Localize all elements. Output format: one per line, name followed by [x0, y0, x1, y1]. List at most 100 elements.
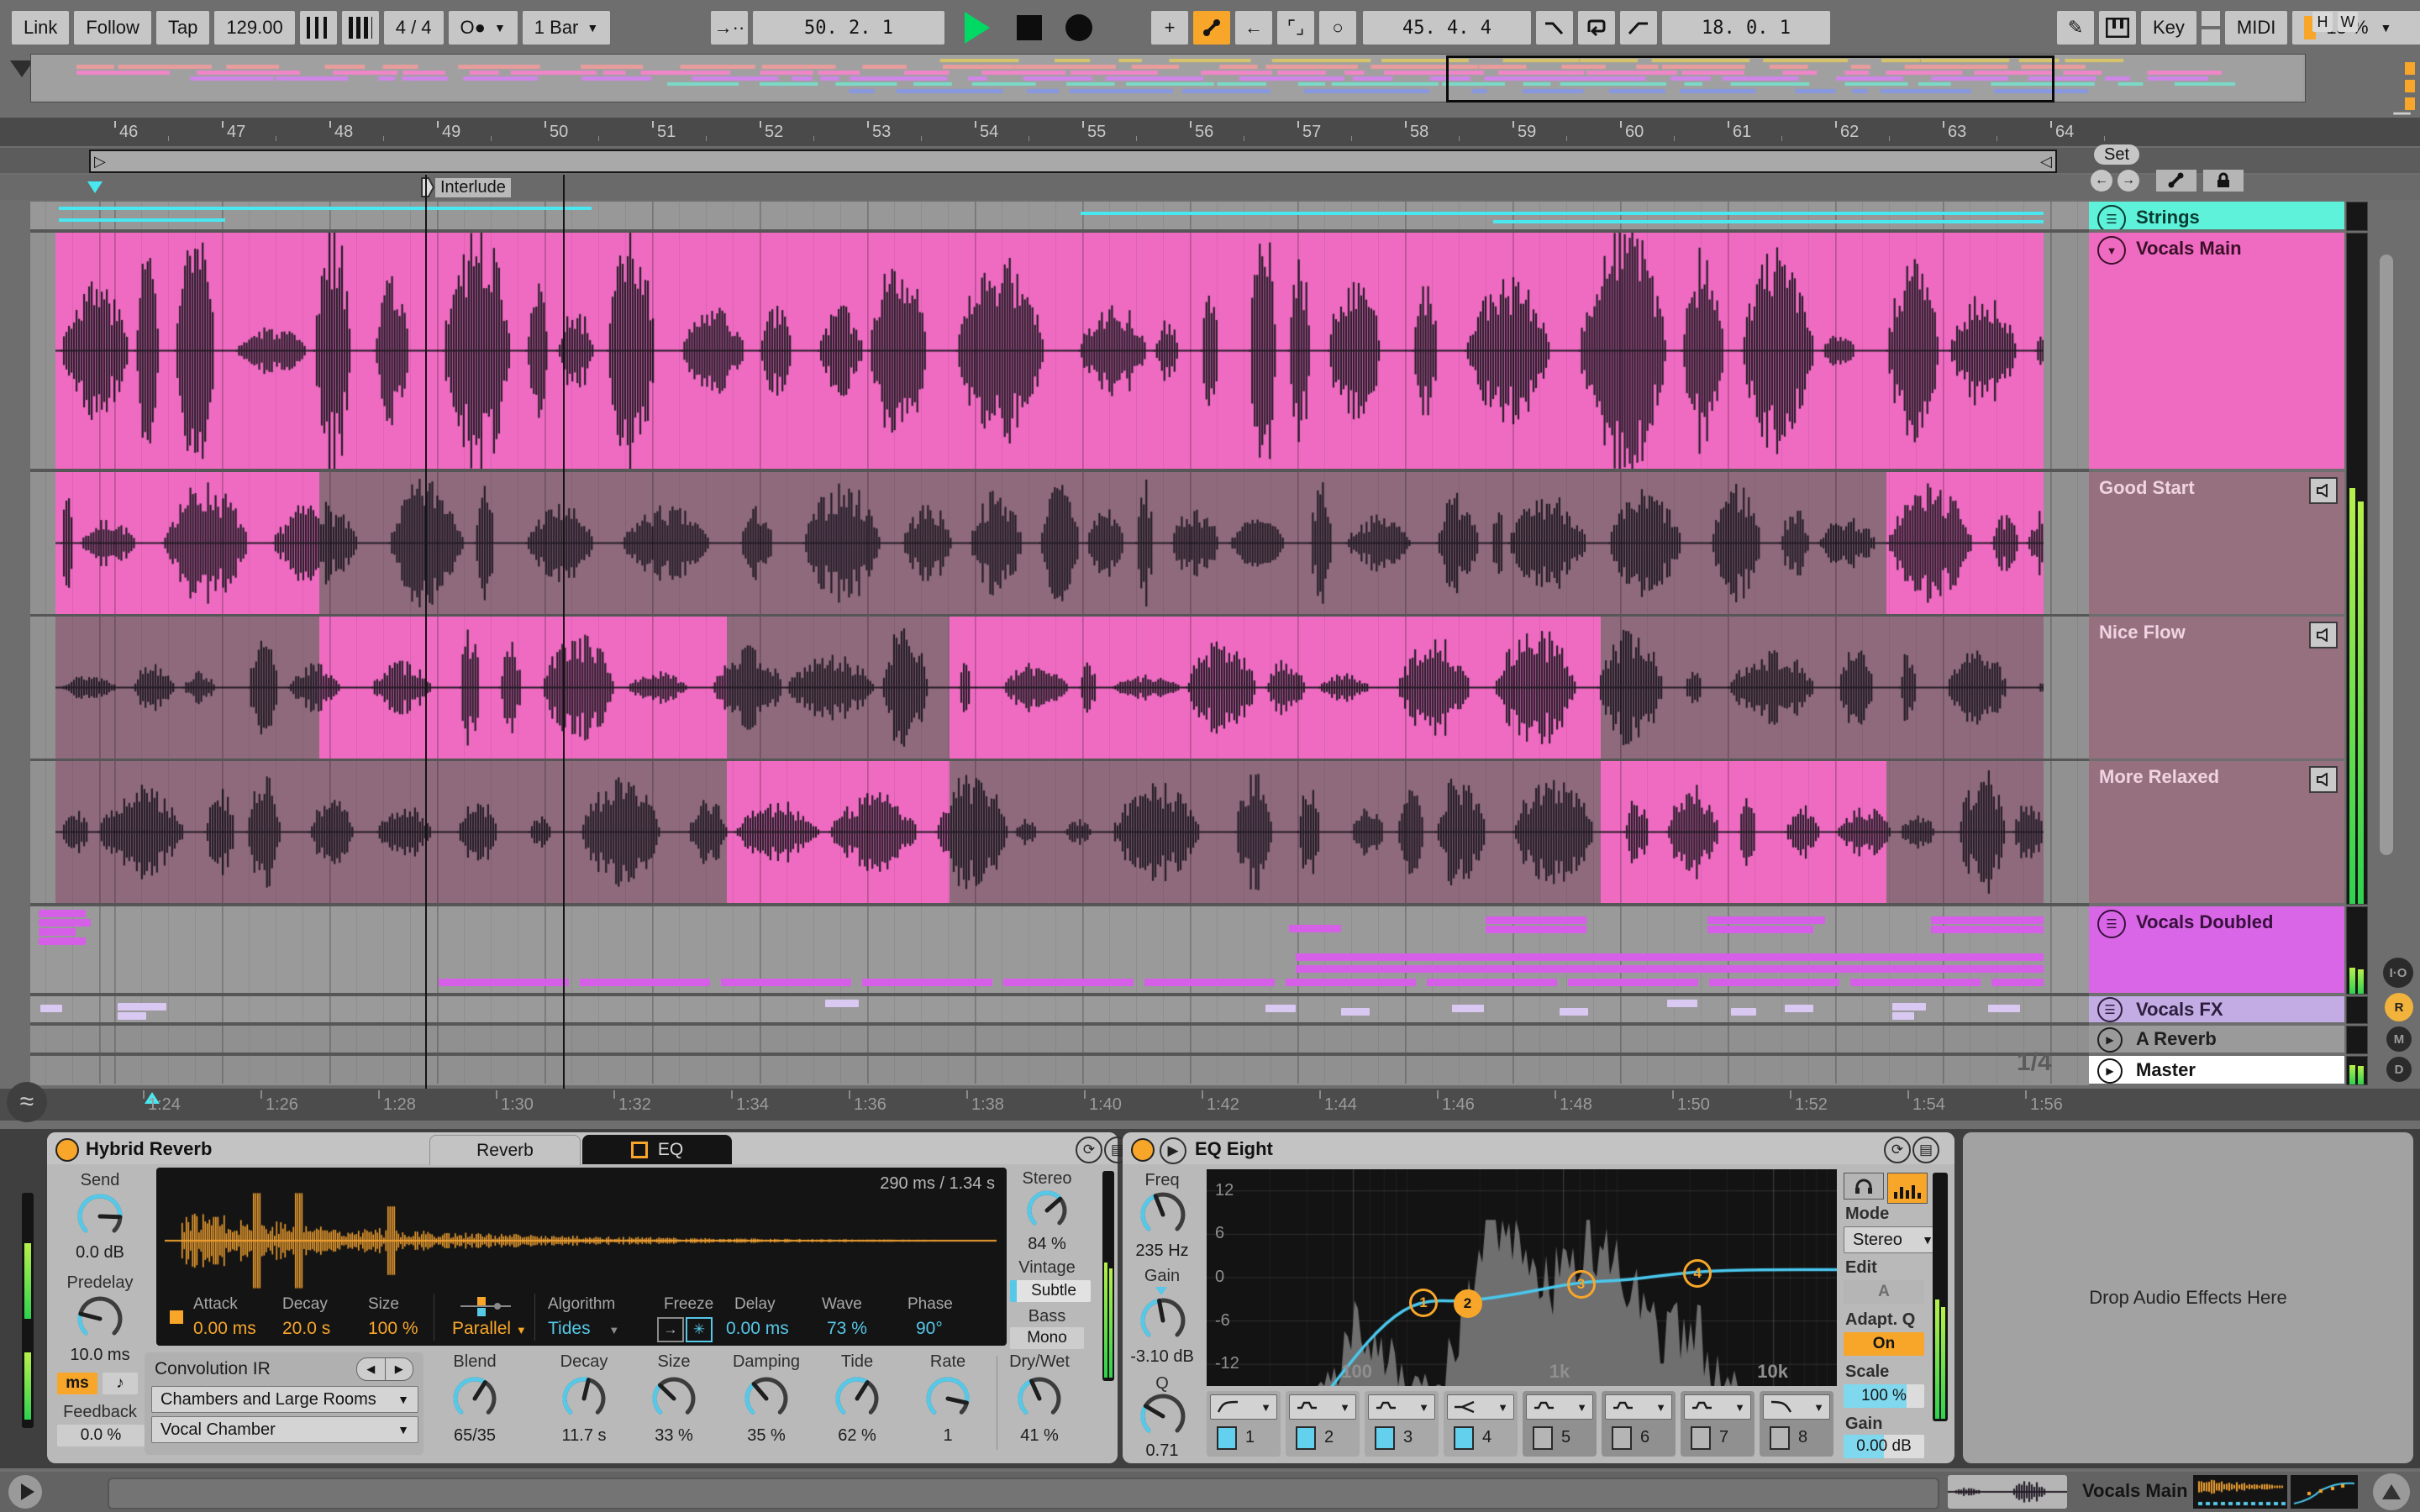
adaptq-toggle[interactable]: On — [1844, 1332, 1924, 1356]
follow-button[interactable]: Follow — [74, 11, 151, 45]
prev-locator-button[interactable]: ← — [2091, 170, 2112, 192]
eq-node-1[interactable]: 1 — [1409, 1288, 1438, 1317]
eq-node-3[interactable]: 3 — [1566, 1270, 1596, 1299]
drop-audio-effects-zone[interactable]: Drop Audio Effects Here — [1963, 1132, 2413, 1463]
blend-knob[interactable] — [452, 1376, 497, 1421]
arrangement-link-button[interactable] — [2156, 170, 2196, 192]
freq-value[interactable]: 235 Hz — [1116, 1242, 1208, 1261]
device-on-button[interactable] — [55, 1138, 79, 1162]
tap-tempo-button[interactable]: Tap — [155, 11, 210, 45]
eq-band-7[interactable]: ▼ 7 — [1681, 1391, 1754, 1457]
filter-type-selector[interactable]: ▼ — [1605, 1394, 1672, 1420]
eq-band-5[interactable]: ▼ 5 — [1523, 1391, 1597, 1457]
unfold-track-icon[interactable]: ▼ — [2097, 236, 2126, 265]
ir-prev-icon[interactable]: ◀ — [357, 1358, 386, 1380]
groove-pool-icon[interactable] — [299, 11, 337, 45]
track-header-vocals-main[interactable]: ▼ Vocals Main — [2089, 233, 2344, 469]
predelay-knob[interactable] — [76, 1295, 124, 1342]
filter-type-selector[interactable]: ▼ — [1210, 1394, 1277, 1420]
stop-button[interactable] — [1017, 15, 1042, 40]
midi-note[interactable] — [1709, 979, 1839, 986]
clip-waveform-thumbnail[interactable] — [1948, 1475, 2067, 1509]
eq-band-6[interactable]: ▼ 6 — [1602, 1391, 1676, 1457]
midi-note[interactable] — [1296, 953, 2044, 961]
band-active-checkbox[interactable] — [1454, 1426, 1474, 1450]
midi-note[interactable] — [39, 937, 86, 945]
track-header-strings[interactable]: ☰ Strings — [2089, 202, 2344, 229]
send-value[interactable]: 0.0 dB — [54, 1243, 146, 1263]
midi-note[interactable] — [1286, 979, 1416, 986]
midi-note[interactable] — [1486, 916, 1586, 924]
loop-end-handle[interactable]: ◁ — [2040, 153, 2052, 171]
device-thumbnail-eq-eight[interactable] — [2291, 1475, 2358, 1509]
show-mixer-button[interactable]: M — [2386, 1026, 2412, 1052]
midi-note[interactable] — [40, 1005, 62, 1012]
hybrid-reverb-header[interactable]: Hybrid Reverb Reverb EQ ⟳ ▤ — [47, 1132, 1131, 1165]
audition-take-icon[interactable] — [2309, 477, 2338, 504]
next-locator-button[interactable]: → — [2118, 170, 2139, 192]
midi-note[interactable] — [1707, 916, 1825, 924]
arrangement-record-button[interactable] — [1065, 14, 1092, 41]
gain-knob[interactable] — [1139, 1297, 1186, 1344]
quantization-selector[interactable]: 1 Bar ▼ — [522, 11, 611, 45]
automation-arm-button[interactable] — [1193, 11, 1230, 45]
filter-type-selector[interactable]: ▼ — [1763, 1394, 1830, 1420]
midi-note[interactable] — [1341, 1008, 1370, 1016]
punch-in-button[interactable] — [1536, 11, 1573, 45]
tempo-field[interactable]: 129.00 — [214, 11, 295, 45]
overview-viewport[interactable] — [1446, 55, 2054, 102]
midi-note[interactable] — [1931, 926, 2044, 933]
track-header-master[interactable]: ▶ Master — [2089, 1056, 2344, 1084]
midi-note[interactable] — [1560, 1008, 1588, 1016]
tide-value[interactable]: 62 % — [811, 1426, 903, 1446]
time-ruler[interactable]: 1:24 1:26 1:28 1:30 1:32 1:34 1:36 1:38 1:40 1:42… — [0, 1089, 2420, 1121]
time-signature-field[interactable]: 4 / 4 — [383, 11, 444, 45]
freeze-in-button[interactable]: → — [657, 1317, 684, 1342]
scale-value[interactable]: 100 % — [1844, 1384, 1924, 1408]
q-knob[interactable] — [1139, 1393, 1186, 1440]
beat-time-ruler[interactable]: 46 47 48 49 50 51 52 53 54 55 56 57 58 59 60 61 62 63 64 — [0, 118, 2420, 146]
midi-note[interactable] — [439, 979, 569, 986]
ir-category-selector[interactable]: Chambers and Large Rooms ▼ — [151, 1386, 418, 1413]
midi-note[interactable] — [1289, 925, 1341, 932]
link-button[interactable]: Link — [12, 11, 70, 45]
midi-note[interactable] — [1265, 1005, 1296, 1012]
follow-playhead-button[interactable]: →·· — [711, 11, 748, 45]
predelay-sync-toggle[interactable]: ♪ — [103, 1373, 138, 1394]
midi-note[interactable] — [1667, 1000, 1697, 1007]
band-active-checkbox[interactable] — [1375, 1426, 1395, 1450]
midi-note[interactable] — [118, 1003, 166, 1011]
loop-button[interactable] — [1578, 11, 1615, 45]
time-beat-ruler-toggle[interactable]: ≈ — [7, 1082, 47, 1122]
arrangement-position-field[interactable]: 50. 2. 1 — [753, 11, 944, 45]
bass-mono-selector[interactable]: Mono — [1010, 1327, 1084, 1349]
size2-knob[interactable] — [651, 1376, 697, 1421]
decay2-value[interactable]: 11.7 s — [538, 1426, 630, 1446]
band-active-checkbox[interactable] — [1691, 1426, 1711, 1450]
overview-width-button[interactable]: W — [2338, 12, 2358, 32]
band-active-checkbox[interactable] — [1217, 1426, 1237, 1450]
quantize-menu-icon[interactable] — [341, 11, 379, 45]
play-button[interactable] — [965, 12, 990, 44]
group-fold-icon[interactable]: ☰ — [2097, 910, 2126, 938]
tab-reverb[interactable]: Reverb — [429, 1135, 581, 1165]
show-delays-button[interactable]: D — [2386, 1057, 2412, 1082]
mode-selector[interactable]: Stereo ▼ — [1844, 1226, 1943, 1253]
fdelay-value[interactable]: 0.00 ms — [726, 1319, 789, 1339]
save-preset-icon[interactable]: ▤ — [1912, 1137, 1939, 1163]
audition-take-icon[interactable] — [2309, 622, 2338, 648]
metronome-button[interactable]: O● ▼ — [448, 11, 518, 45]
filter-type-selector[interactable]: ▼ — [1368, 1394, 1435, 1420]
set-locator-button[interactable]: Set — [2094, 144, 2139, 165]
band-active-checkbox[interactable] — [1770, 1426, 1790, 1450]
filter-type-selector[interactable]: ▼ — [1289, 1394, 1356, 1420]
insert-marker-icon[interactable] — [87, 181, 103, 193]
midi-note[interactable] — [118, 1012, 146, 1020]
decay-value[interactable]: 20.0 s — [282, 1319, 330, 1339]
group-fold-icon[interactable]: ☰ — [2097, 997, 2123, 1022]
midi-overdub-button[interactable]: + — [1151, 11, 1188, 45]
fold-track-icon[interactable]: ▶ — [2097, 1058, 2123, 1084]
midi-note[interactable] — [1785, 1005, 1813, 1012]
spectrum-analyzer-button[interactable] — [1887, 1173, 1928, 1204]
feedback-value[interactable]: 0.0 % — [57, 1425, 145, 1446]
